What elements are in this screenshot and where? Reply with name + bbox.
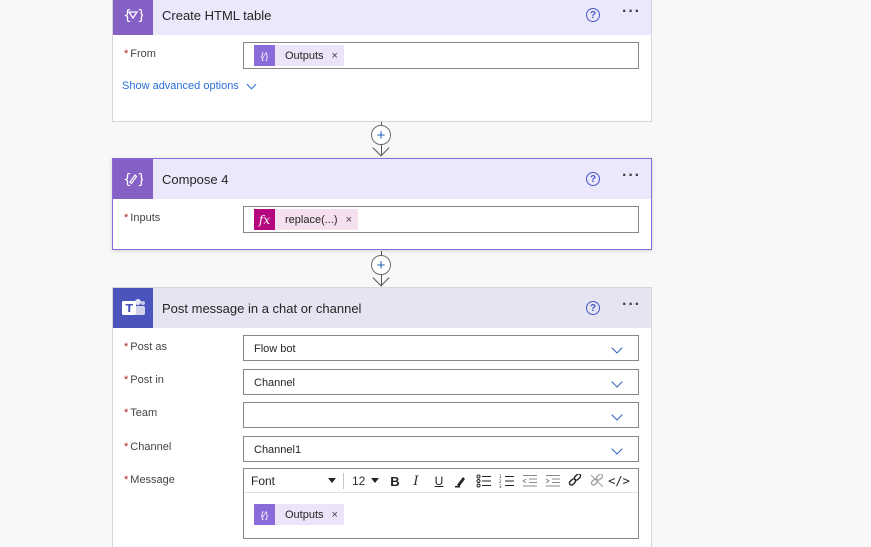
- svg-text:3: 3: [499, 484, 502, 488]
- message-label: * Message: [124, 474, 175, 486]
- team-label: * Team: [124, 407, 158, 419]
- italic-icon[interactable]: I: [407, 472, 425, 490]
- more-options-icon[interactable]: ···: [622, 297, 641, 313]
- chevron-down-icon: [246, 79, 257, 89]
- card-title: Post message in a chat or channel: [162, 300, 362, 316]
- post-as-value: Flow bot: [254, 343, 296, 355]
- required-mark: *: [124, 374, 129, 386]
- more-options-icon[interactable]: ···: [622, 168, 641, 184]
- data-operation-icon: {}: [113, 0, 153, 35]
- underline-icon[interactable]: U: [430, 472, 448, 490]
- svg-text:{: {: [123, 172, 132, 188]
- help-icon[interactable]: ?: [586, 8, 600, 22]
- highlight-icon[interactable]: [452, 472, 470, 490]
- font-dropdown[interactable]: Font: [251, 474, 275, 488]
- required-mark: *: [124, 407, 129, 419]
- inputs-label: * Inputs: [124, 212, 161, 224]
- link-icon[interactable]: [566, 472, 584, 490]
- post-as-dropdown[interactable]: Flow bot: [243, 335, 639, 361]
- post-in-value: Channel: [254, 377, 295, 389]
- post-in-label: * Post in: [124, 374, 164, 386]
- teams-icon: T: [113, 288, 153, 328]
- svg-text:}: }: [137, 8, 143, 24]
- compose-icon: {}: [113, 159, 153, 199]
- card-title: Compose 4: [162, 171, 229, 187]
- bullet-list-icon[interactable]: [475, 472, 493, 490]
- data-operation-icon: {⁄}: [254, 504, 275, 525]
- remove-token-icon[interactable]: ×: [332, 509, 338, 521]
- remove-token-icon[interactable]: ×: [332, 50, 338, 62]
- required-mark: *: [124, 474, 129, 486]
- post-message-card[interactable]: T Post message in a chat or channel ? ··…: [112, 287, 652, 547]
- chevron-down-icon[interactable]: [611, 409, 623, 421]
- channel-dropdown[interactable]: Channel1: [243, 436, 639, 462]
- post-in-dropdown[interactable]: Channel: [243, 369, 639, 395]
- message-editor[interactable]: Font 12 B I U 123 </> {⁄} Outputs ×: [243, 468, 639, 539]
- more-options-icon[interactable]: ···: [622, 4, 641, 20]
- editor-toolbar: Font 12 B I U 123 </>: [244, 469, 638, 493]
- help-icon[interactable]: ?: [586, 172, 600, 186]
- svg-text:}: }: [137, 172, 143, 188]
- data-operation-icon: {⁄}: [254, 45, 275, 66]
- svg-text:T: T: [126, 302, 134, 315]
- advanced-label: Show advanced options: [122, 80, 239, 92]
- channel-value: Channel1: [254, 444, 302, 456]
- increase-indent-icon[interactable]: [544, 472, 562, 490]
- show-advanced-options-link[interactable]: Show advanced options: [122, 79, 257, 92]
- required-mark: *: [124, 341, 129, 353]
- chevron-down-icon[interactable]: [611, 443, 623, 455]
- card-title: Create HTML table: [162, 7, 272, 23]
- inputs-field[interactable]: fx replace(...) ×: [243, 206, 639, 233]
- decrease-indent-icon[interactable]: [521, 472, 539, 490]
- compose-header[interactable]: {} Compose 4 ? ···: [113, 159, 651, 199]
- post-as-label: * Post as: [124, 341, 167, 353]
- font-size-dropdown[interactable]: 12: [352, 474, 365, 488]
- caret-down-icon[interactable]: [328, 478, 336, 483]
- chevron-down-icon[interactable]: [611, 342, 623, 354]
- outputs-token[interactable]: {⁄} Outputs ×: [254, 504, 344, 525]
- post-message-header[interactable]: T Post message in a chat or channel ? ··…: [113, 288, 651, 328]
- from-field[interactable]: {⁄} Outputs ×: [243, 42, 639, 69]
- token-label: Outputs: [285, 49, 324, 62]
- svg-text:{: {: [123, 8, 132, 24]
- required-mark: *: [124, 441, 129, 453]
- unlink-icon[interactable]: [588, 472, 606, 490]
- numbered-list-icon[interactable]: 123: [498, 472, 516, 490]
- required-mark: *: [124, 212, 129, 224]
- replace-expression-token[interactable]: fx replace(...) ×: [254, 209, 359, 230]
- team-dropdown[interactable]: [243, 402, 639, 428]
- chevron-down-icon[interactable]: [611, 376, 623, 388]
- caret-down-icon[interactable]: [371, 478, 379, 483]
- required-mark: *: [124, 48, 129, 60]
- channel-label: * Channel: [124, 441, 172, 453]
- token-label: Outputs: [285, 508, 324, 521]
- bold-icon[interactable]: B: [386, 472, 404, 490]
- token-label: replace(...): [285, 213, 338, 226]
- help-icon[interactable]: ?: [586, 301, 600, 315]
- remove-token-icon[interactable]: ×: [346, 214, 352, 226]
- code-view-icon[interactable]: </>: [608, 472, 630, 490]
- outputs-token[interactable]: {⁄} Outputs ×: [254, 45, 344, 66]
- create-html-table-header[interactable]: {} Create HTML table ? ···: [113, 0, 651, 35]
- create-html-table-card[interactable]: {} Create HTML table ? ··· *From {⁄} Out…: [112, 0, 652, 122]
- toolbar-divider: [343, 473, 344, 489]
- compose-4-card[interactable]: {} Compose 4 ? ··· *Inputs fx replace(..…: [112, 158, 652, 250]
- expression-icon: fx: [254, 209, 275, 230]
- from-label: * From: [124, 48, 156, 60]
